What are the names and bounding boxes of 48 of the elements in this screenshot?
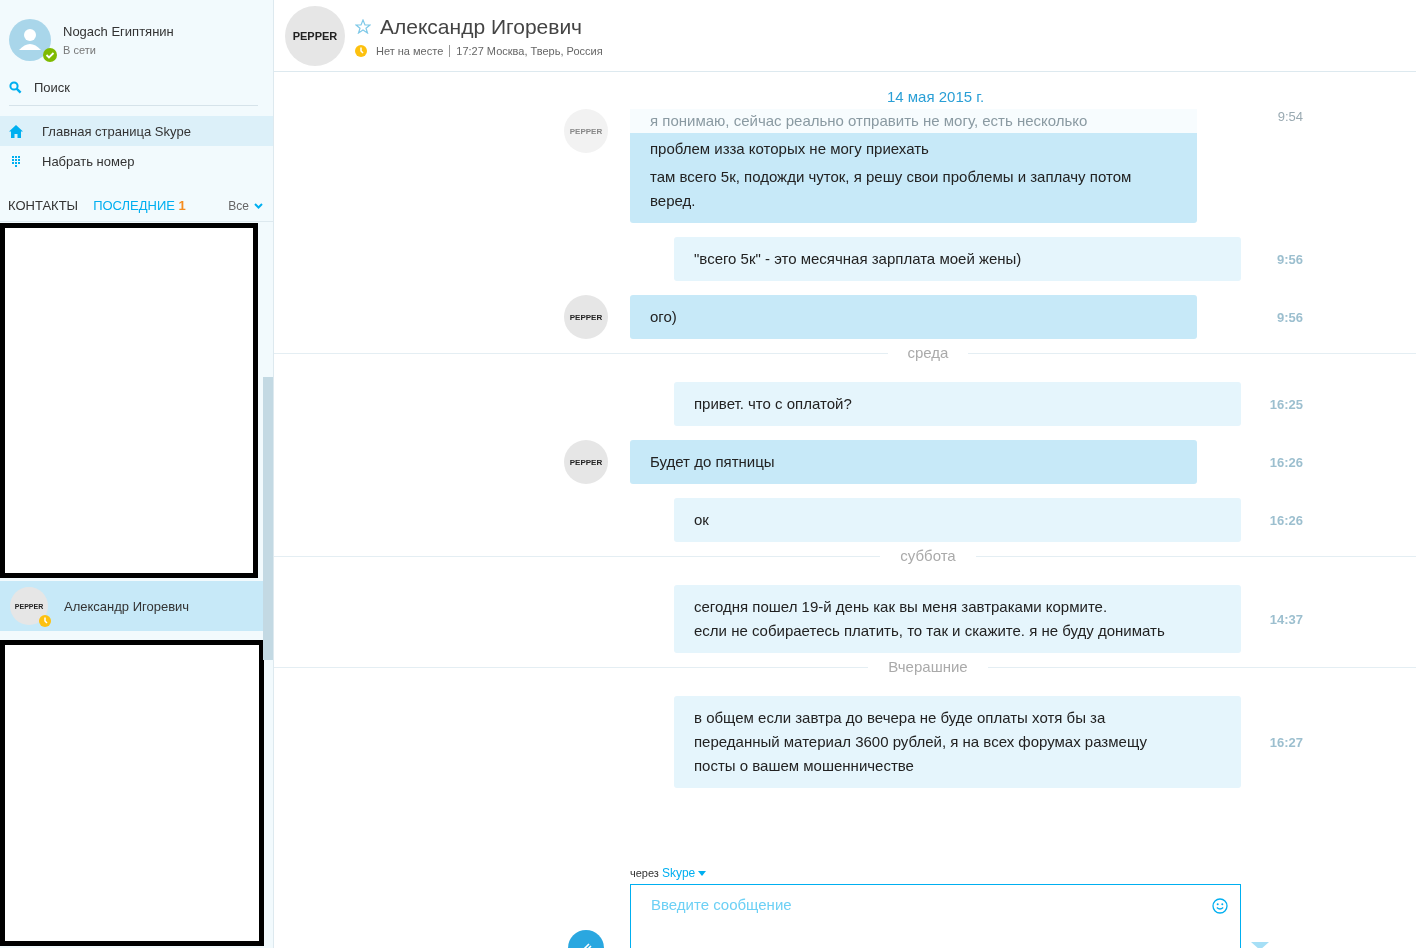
message-time: 16:27: [1268, 734, 1303, 750]
profile-name: Nogach Египтянин: [63, 24, 174, 39]
search-button[interactable]: Поиск: [9, 74, 258, 106]
dialpad-icon: [9, 154, 23, 168]
via-label: через: [630, 867, 659, 879]
emoticon-icon[interactable]: [1212, 898, 1228, 914]
chevron-down-icon: [254, 202, 263, 209]
send-icon[interactable]: [1251, 942, 1269, 948]
scrollbar[interactable]: [263, 377, 273, 660]
message-input[interactable]: Введите сообщение: [630, 884, 1241, 948]
message-time: 16:26: [1268, 512, 1303, 528]
star-icon[interactable]: [355, 19, 371, 34]
message-time: 9:56: [1275, 309, 1303, 325]
message-time: 14:37: [1268, 611, 1303, 627]
presence-status: Нет на месте: [376, 44, 444, 57]
sender-avatar: PEPPER: [564, 440, 608, 484]
message-text: ок: [694, 510, 710, 530]
contact-name: Александр Игоревич: [380, 14, 583, 39]
search-icon: [9, 81, 22, 94]
caret-icon: [698, 870, 707, 876]
user-avatar-icon: [8, 18, 52, 62]
away-status-icon: [39, 615, 51, 627]
online-status-icon: [43, 48, 57, 62]
message-text: в общем если завтра до вечера не буде оплаты хотя бы за переданный материал 3600 рублей, я на всех форумах размещу посты о вашем мошенничестве: [694, 708, 1148, 776]
contact-location: 17:27 Москва, Тверь, Россия: [456, 44, 603, 57]
message-time: 16:26: [1268, 454, 1303, 470]
home-icon: [9, 124, 23, 138]
tab[interactable]: КОНТАКТЫ: [8, 198, 79, 213]
away-clock-icon: [355, 44, 367, 57]
filter-dropdown[interactable]: Все: [228, 198, 263, 213]
message-time: 9:54: [1276, 109, 1303, 124]
message-text: там всего 5к, подожди чуток, я решу свои проблемы и заплачу потом веред.: [650, 167, 1133, 211]
sender-avatar: PEPPER: [564, 109, 608, 153]
nav-item[interactable]: Главная страница Skype: [0, 116, 273, 146]
nav-item[interactable]: Набрать номер: [0, 146, 273, 176]
message-time: 16:25: [1268, 396, 1303, 412]
message-text: я понимаю, сейчас реально отправить не могу, есть несколько: [630, 109, 1197, 133]
profile-status: В сети: [63, 44, 97, 56]
message-text: ого): [650, 307, 678, 327]
message-text: привет. что с оплатой?: [694, 394, 853, 414]
day-label: суббота: [880, 547, 976, 567]
contact-avatar: PEPPER: [285, 5, 345, 66]
message-text: проблем изза которых не могу приехать: [650, 139, 930, 159]
message-text: Будет до пятницы: [650, 452, 776, 472]
message-text: сегодня пошел 19-й день как вы меня завтраками кормите. если не собираетесь платить, то так и скажите. я не буду донимать: [694, 597, 1166, 641]
sender-avatar: PEPPER: [564, 295, 608, 339]
message-text: "всего 5к" - это месячная зарплата моей жены): [694, 249, 1023, 269]
message-time: 9:56: [1275, 251, 1303, 267]
